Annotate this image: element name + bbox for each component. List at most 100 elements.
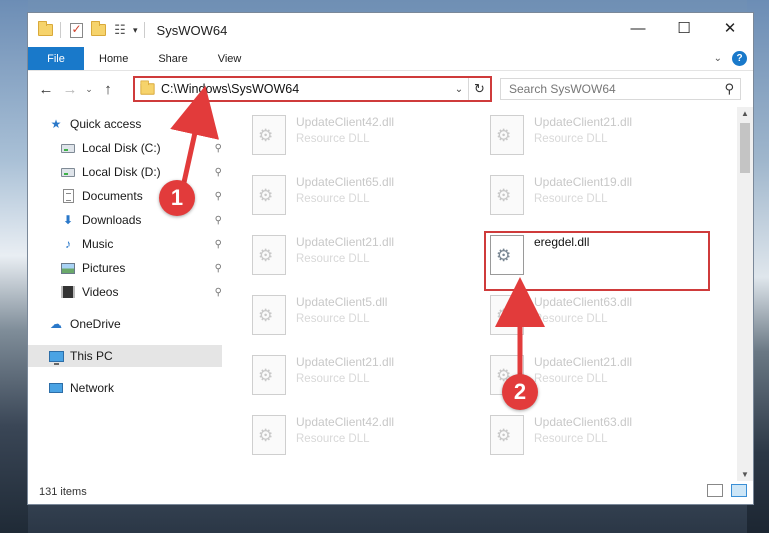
file-type: Resource DLL (534, 313, 608, 325)
star-icon: ★ (50, 117, 62, 131)
search-input[interactable]: Search SysWOW64 ⚲ (500, 78, 741, 100)
file-list: UpdateClient42.dll Resource DLL UpdateCli… (222, 107, 737, 481)
tab-share[interactable]: Share (143, 47, 202, 70)
address-dropdown-icon[interactable]: ⌄ (450, 84, 468, 95)
sidebar-item-label: Quick access (70, 117, 142, 131)
forward-button[interactable]: → (58, 77, 82, 101)
pictures-icon (60, 260, 76, 276)
address-path[interactable]: C:\Windows\SysWOW64 (161, 82, 450, 96)
sidebar-item-local-disk-d[interactable]: Local Disk (D:) ⚲ (60, 161, 222, 183)
file-item[interactable]: UpdateClient63.dll Resource DLL (484, 291, 704, 339)
pin-icon: ⚲ (214, 166, 222, 178)
file-item[interactable]: UpdateClient42.dll Resource DLL (246, 411, 466, 459)
file-item[interactable]: UpdateClient21.dll Resource DLL (246, 231, 466, 279)
dll-file-icon (490, 295, 524, 335)
large-icons-view-icon[interactable] (731, 484, 747, 497)
view-toggle (707, 484, 747, 497)
file-type: Resource DLL (534, 373, 608, 385)
new-folder-icon[interactable] (89, 21, 107, 39)
sidebar-item-pictures[interactable]: Pictures ⚲ (60, 257, 222, 279)
expand-ribbon-icon[interactable]: ⌄ (714, 53, 722, 64)
close-button[interactable]: ✕ (707, 13, 753, 43)
window-title: SysWOW64 (156, 22, 228, 38)
dll-file-icon (252, 235, 286, 275)
status-bar: 131 items (28, 479, 753, 504)
sidebar-item-label: Network (70, 381, 115, 395)
file-type: Resource DLL (296, 433, 370, 445)
file-item[interactable]: UpdateClient21.dll Resource DLL (484, 111, 704, 159)
file-type: Resource DLL (534, 193, 608, 205)
dll-file-icon (252, 175, 286, 215)
step-1-callout: 1 (159, 180, 195, 216)
file-name: UpdateClient5.dll (296, 295, 388, 309)
dll-file-icon (252, 295, 286, 335)
up-button[interactable]: ↑ (96, 77, 120, 101)
address-bar[interactable]: C:\Windows\SysWOW64 ⌄ ↻ (133, 76, 492, 102)
sidebar-item-music[interactable]: ♪ Music ⚲ (60, 233, 222, 255)
file-name: UpdateClient21.dll (296, 235, 395, 249)
file-type: Resource DLL (296, 373, 370, 385)
file-item[interactable]: UpdateClient65.dll Resource DLL (246, 171, 466, 219)
vertical-scrollbar[interactable]: ▲ ▼ (737, 107, 753, 481)
customize-icon[interactable]: ☷ (111, 21, 129, 39)
cloud-icon: ☁ (50, 317, 62, 331)
file-item[interactable]: UpdateClient63.dll Resource DLL (484, 411, 704, 459)
sidebar-item-network[interactable]: Network (48, 377, 222, 399)
customize-dropdown-icon[interactable]: ▾ (133, 25, 138, 36)
scroll-down-icon[interactable]: ▼ (737, 470, 753, 479)
tab-view[interactable]: View (203, 47, 257, 70)
sidebar-item-label: Videos (82, 285, 119, 299)
file-item[interactable]: UpdateClient21.dll Resource DLL (246, 351, 466, 399)
tab-home[interactable]: Home (84, 47, 143, 70)
scrollbar-thumb[interactable] (740, 123, 750, 173)
dll-file-icon (252, 115, 286, 155)
quick-access-toolbar: ☷ ▾ (28, 21, 147, 39)
details-view-icon[interactable] (707, 484, 723, 497)
file-type: Resource DLL (296, 193, 370, 205)
file-type: Resource DLL (296, 253, 370, 265)
refresh-icon[interactable]: ↻ (468, 78, 490, 100)
sidebar-item-label: OneDrive (70, 317, 121, 331)
help-icon[interactable]: ? (732, 51, 747, 66)
folder-icon (36, 21, 54, 39)
file-name: UpdateClient63.dll (534, 295, 633, 309)
pin-icon: ⚲ (214, 190, 222, 202)
sidebar-item-this-pc[interactable]: This PC (28, 345, 222, 367)
properties-icon[interactable] (67, 21, 85, 39)
file-name: UpdateClient65.dll (296, 175, 395, 189)
toolbar-divider (143, 22, 145, 38)
scroll-up-icon[interactable]: ▲ (737, 109, 753, 118)
recent-locations-icon[interactable]: ⌄ (82, 77, 96, 101)
dll-file-icon (252, 415, 286, 455)
pin-icon: ⚲ (214, 262, 222, 274)
file-name: UpdateClient21.dll (534, 115, 633, 129)
back-button[interactable]: ← (34, 77, 58, 101)
sidebar-item-documents[interactable]: Documents ⚲ (60, 185, 222, 207)
tab-file[interactable]: File (28, 47, 84, 70)
sidebar-item-label: Local Disk (D:) (82, 165, 161, 179)
main-content: ★ Quick access Local Disk (C:) ⚲ Local D… (28, 107, 753, 481)
file-item[interactable]: UpdateClient5.dll Resource DLL (246, 291, 466, 339)
file-item[interactable]: UpdateClient42.dll Resource DLL (246, 111, 466, 159)
sidebar-item-videos[interactable]: Videos ⚲ (60, 281, 222, 303)
item-count: 131 items (39, 485, 87, 498)
sidebar-item-quick-access[interactable]: ★ Quick access (48, 113, 222, 135)
sidebar-item-label: This PC (70, 349, 113, 363)
sidebar-item-onedrive[interactable]: ☁ OneDrive (48, 313, 222, 335)
highlight-box-file (484, 231, 710, 291)
sidebar-item-local-disk-c[interactable]: Local Disk (C:) ⚲ (60, 137, 222, 159)
file-item[interactable]: UpdateClient19.dll Resource DLL (484, 171, 704, 219)
ribbon-tabs: File Home Share View ⌄ ? (28, 47, 753, 71)
maximize-button[interactable]: ☐ (661, 13, 707, 43)
pin-icon: ⚲ (214, 286, 222, 298)
file-type: Resource DLL (296, 133, 370, 145)
sidebar-item-downloads[interactable]: ⬇ Downloads ⚲ (60, 209, 222, 231)
navigation-pane: ★ Quick access Local Disk (C:) ⚲ Local D… (28, 107, 222, 481)
drive-icon (60, 164, 76, 180)
sidebar-item-label: Pictures (82, 261, 126, 275)
toolbar-divider (60, 22, 61, 38)
desktop-background-left (0, 0, 28, 533)
minimize-button[interactable]: — (615, 13, 661, 43)
downloads-icon: ⬇ (62, 213, 74, 227)
search-icon[interactable]: ⚲ (724, 81, 734, 97)
